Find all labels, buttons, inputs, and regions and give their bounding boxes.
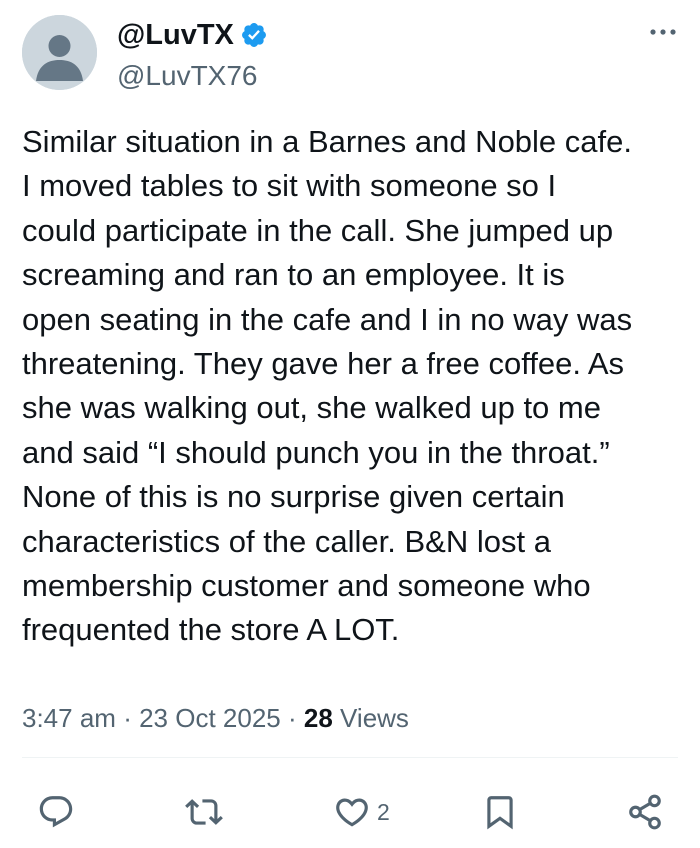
action-bar: 2 [0, 790, 700, 834]
tweet-meta: 3:47 am · 23 Oct 2025 · 28 Views [22, 701, 409, 735]
tweet-text-line: frequented the store A LOT. [22, 612, 400, 648]
views-count: 28 [303, 703, 333, 733]
share-icon [629, 794, 661, 830]
meta-separator: · [123, 703, 132, 733]
share-button[interactable] [626, 790, 664, 834]
tweet-date[interactable]: 23 Oct 2025 [139, 703, 281, 733]
like-button[interactable]: 2 [333, 790, 390, 834]
heart-icon [336, 798, 368, 827]
tweet-text-line: could participate in the call. She jumpe… [22, 212, 614, 248]
author-display-name[interactable]: @LuvTX [117, 17, 268, 53]
verified-badge-icon [240, 21, 268, 49]
author-handle[interactable]: @LuvTX76 [117, 59, 258, 93]
reply-icon [39, 796, 73, 828]
tweet-time[interactable]: 3:47 am [22, 703, 116, 733]
more-options-icon[interactable] [648, 22, 678, 42]
tweet-text: Similar situation in a Barnes and Noble … [22, 120, 682, 653]
retweet-button[interactable] [185, 790, 223, 834]
tweet-text-line: characteristics of the caller. B&N lost … [22, 523, 551, 559]
tweet-text-line: open seating in the cafe and I in no way… [22, 301, 633, 337]
bookmark-button[interactable] [481, 790, 519, 834]
default-avatar-icon [22, 15, 97, 90]
tweet-text-line: she was walking out, she walked up to me [22, 390, 601, 426]
tweet-text-line: I moved tables to sit with someone so I [22, 168, 557, 204]
meta-separator: · [287, 703, 297, 733]
display-name-text: @LuvTX [117, 19, 234, 51]
tweet-text-line: threatening. They gave her a free coffee… [22, 346, 625, 382]
tweet-text-line: Similar situation in a Barnes and Noble … [22, 124, 632, 159]
retweet-icon [185, 799, 223, 825]
tweet-text-line: and said “I should punch you in the thro… [22, 434, 610, 470]
tweet-text-line: membership customer and someone who [22, 568, 591, 604]
reply-button[interactable] [37, 790, 75, 834]
avatar[interactable] [22, 15, 97, 90]
like-count: 2 [377, 798, 390, 825]
tweet-text-line: None of this is no surprise given certai… [22, 479, 565, 515]
tweet-text-line: screaming and ran to an employee. It is [22, 257, 565, 293]
bookmark-icon [487, 796, 513, 830]
divider [22, 757, 678, 758]
views-label: Views [340, 703, 409, 733]
